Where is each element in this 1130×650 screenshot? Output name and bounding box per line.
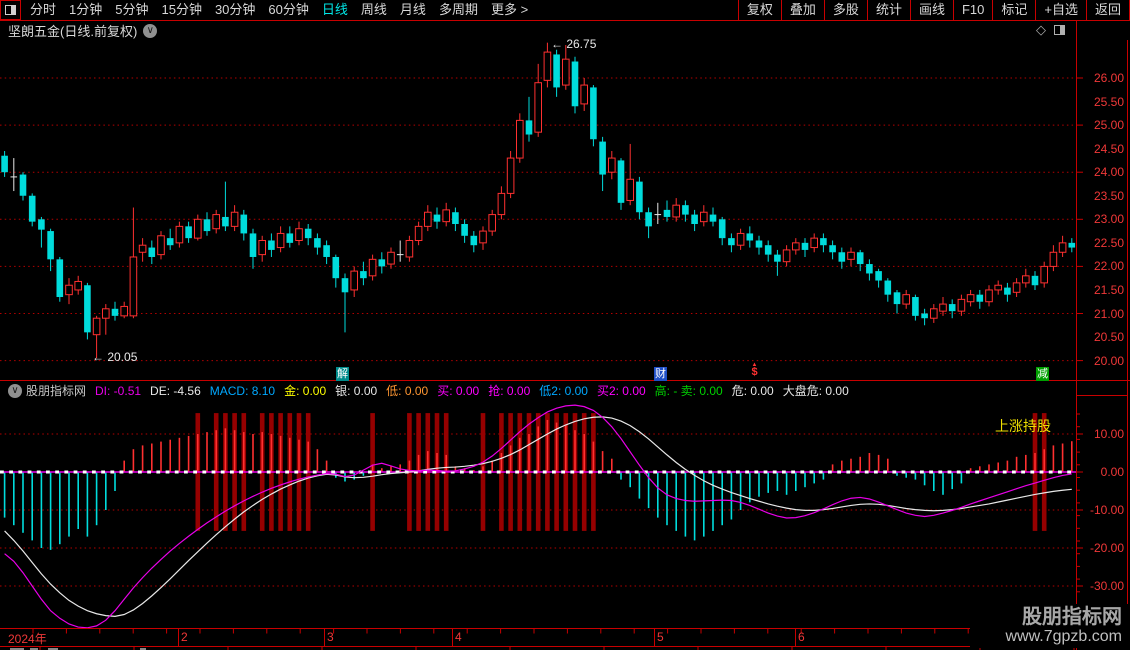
price-axis-label: 20.50: [1093, 330, 1124, 345]
indicator-axis-label: 10.00: [1093, 427, 1124, 441]
watermark-site-url: www.7gpzb.com: [1005, 628, 1123, 645]
price-axis-label: 21.00: [1093, 306, 1124, 321]
price-axis-label: 23.00: [1093, 212, 1124, 227]
watermark-site-name: 股朋指标网: [1022, 606, 1122, 628]
marker-badge-减: 减: [1036, 367, 1049, 381]
indicator-field: 危: 0.00: [731, 384, 774, 398]
indicator-axis-label: 0.00: [1100, 465, 1124, 479]
time-axis-label: 6: [798, 630, 805, 644]
indicator-axis-label: -20.00: [1089, 541, 1124, 555]
candlestick-and-indicator-chart[interactable]: [0, 0, 1130, 650]
low-price-annotation: ← 20.05: [92, 350, 138, 364]
trading-app-window: 分时 1分钟 5分钟 15分钟 30分钟 60分钟 日线 周线 月线 多周期 更多 > 复权 叠加 多股…: [0, 0, 1130, 650]
marker-badge-财: 财: [654, 367, 667, 381]
indicator-axis-label: -30.00: [1089, 579, 1124, 593]
indicator-axis-label: -10.00: [1089, 503, 1124, 517]
indicator-field: DE: -4.56: [150, 383, 201, 398]
indicator-field: 银: 0.00: [335, 384, 378, 398]
marker-badge-$: ▲ $: [751, 362, 758, 378]
price-axis-label: 22.00: [1093, 259, 1124, 274]
high-price-annotation: ← 26.75: [551, 37, 597, 51]
time-axis-label: 5: [657, 630, 664, 644]
time-axis-label: 3: [327, 630, 334, 644]
hold-signal-label: 上涨持股: [995, 418, 1051, 434]
indicator-field: 买: 0.00: [437, 384, 480, 398]
indicator-field: 抢: 0.00: [488, 384, 531, 398]
indicator-field: 买2: 0.00: [596, 384, 646, 398]
indicator-field: MACD: 8.10: [209, 383, 276, 398]
price-axis-label: 22.50: [1093, 235, 1124, 250]
chevron-down-icon[interactable]: ∨: [8, 383, 22, 398]
price-axis-label: 26.00: [1093, 71, 1124, 85]
price-axis-label: 23.50: [1093, 188, 1124, 203]
time-axis-label: 2024年: [8, 632, 47, 646]
indicator-field: 高: - 卖: 0.00: [654, 384, 723, 398]
indicator-field: DI: -0.51: [95, 383, 142, 398]
indicator-field: 大盘危: 0.00: [782, 384, 849, 398]
price-axis-label: 24.50: [1093, 141, 1124, 156]
indicator-name: 股朋指标网: [26, 384, 87, 398]
indicator-header: ∨ 股朋指标网 DI: -0.51 DE: -4.56 MACD: 8.10 金: 0…: [2, 381, 858, 400]
price-axis-label: 25.50: [1093, 94, 1124, 109]
indicator-field: 低: 0.00: [386, 384, 429, 398]
site-watermark: 股朋指标网 www.7gpzb.com: [970, 604, 1128, 648]
marker-badge-解: 解: [336, 367, 349, 381]
time-axis-label: 2: [181, 630, 188, 644]
price-axis-label: 25.00: [1093, 118, 1124, 133]
price-axis-label: 20.00: [1093, 353, 1124, 368]
indicator-field: 金: 0.00: [284, 384, 327, 398]
price-axis-label: 21.50: [1093, 282, 1124, 297]
price-axis-label: 24.00: [1093, 165, 1124, 180]
time-axis-label: 4: [455, 630, 462, 644]
indicator-field: 低2: 0.00: [539, 384, 588, 398]
